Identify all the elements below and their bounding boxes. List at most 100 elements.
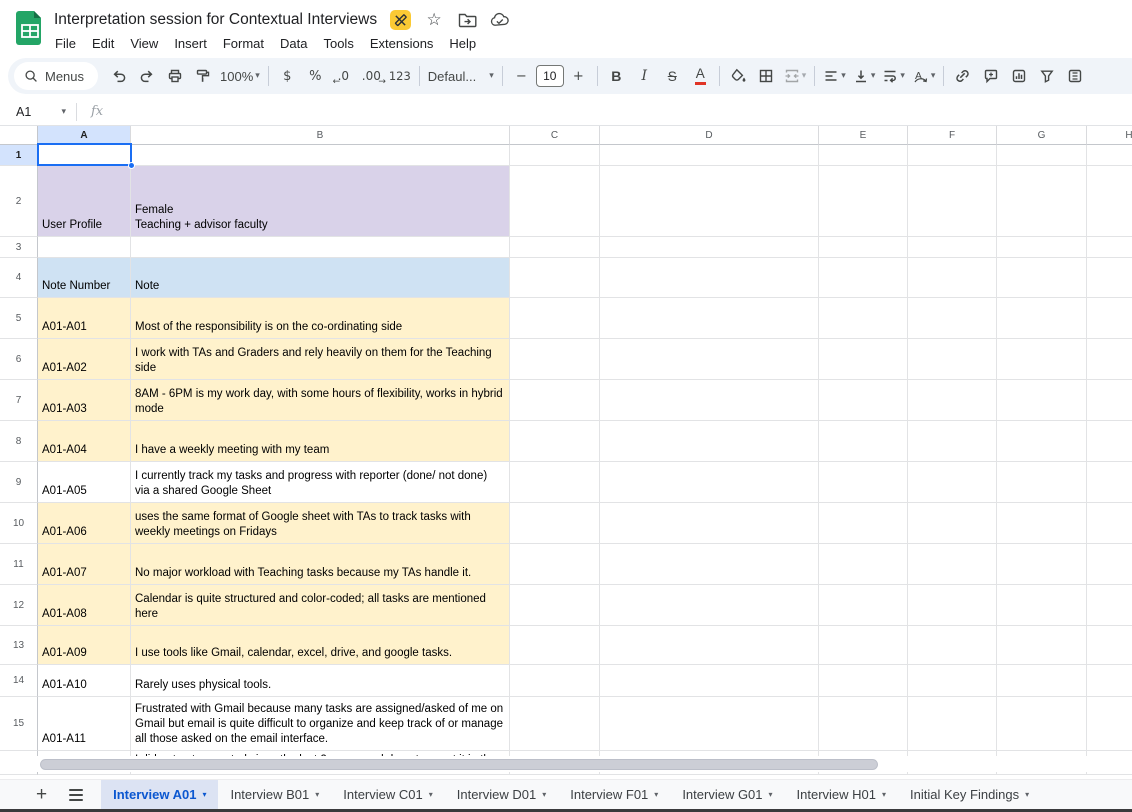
row-header-3[interactable]: 3 [0, 237, 38, 258]
column-header-E[interactable]: E [819, 126, 908, 145]
row-header-14[interactable]: 14 [0, 665, 38, 697]
cell-E2[interactable] [819, 166, 908, 237]
cell-H12[interactable] [1087, 585, 1132, 626]
more-formats-button[interactable]: 123 [386, 63, 414, 89]
merge-cells-button[interactable]: ▾ [781, 63, 810, 89]
cell-A10[interactable]: A01-A06 [38, 503, 131, 544]
cell-E8[interactable] [819, 421, 908, 462]
cell-D5[interactable] [600, 298, 819, 339]
select-all-corner[interactable] [0, 126, 38, 145]
menu-format[interactable]: Format [215, 34, 272, 53]
cell-C9[interactable] [510, 462, 600, 503]
sheet-tab-interview-b01[interactable]: Interview B01▾ [218, 780, 331, 810]
cell-C15[interactable] [510, 697, 600, 751]
format-currency-button[interactable]: $ [274, 63, 301, 89]
cell-G12[interactable] [997, 585, 1087, 626]
horizontal-scrollbar[interactable] [0, 756, 1132, 772]
cell-F9[interactable] [908, 462, 997, 503]
row-header-5[interactable]: 5 [0, 298, 38, 339]
cell-H4[interactable] [1087, 258, 1132, 298]
cell-C2[interactable] [510, 166, 600, 237]
cell-E1[interactable] [819, 145, 908, 166]
cell-F13[interactable] [908, 626, 997, 665]
cell-C14[interactable] [510, 665, 600, 697]
cell-F1[interactable] [908, 145, 997, 166]
vertical-align-button[interactable]: ▾ [850, 63, 879, 89]
column-header-C[interactable]: C [510, 126, 600, 145]
cell-H7[interactable] [1087, 380, 1132, 421]
cell-A2[interactable]: User Profile [38, 166, 131, 237]
chevron-down-icon[interactable]: ▾ [882, 790, 886, 799]
row-header-8[interactable]: 8 [0, 421, 38, 462]
cell-B15[interactable]: Frustrated with Gmail because many tasks… [131, 697, 510, 751]
sheet-tab-interview-g01[interactable]: Interview G01▾ [670, 780, 784, 810]
sheet-tab-interview-a01[interactable]: Interview A01▾ [101, 780, 218, 810]
zoom-select[interactable]: 100% ▾ [217, 63, 263, 89]
cell-B14[interactable]: Rarely uses physical tools. [131, 665, 510, 697]
text-rotation-button[interactable]: A ▾ [909, 63, 939, 89]
chevron-down-icon[interactable]: ▾ [654, 790, 658, 799]
cell-B10[interactable]: uses the same format of Google sheet wit… [131, 503, 510, 544]
cell-G4[interactable] [997, 258, 1087, 298]
horizontal-scrollbar-thumb[interactable] [40, 759, 878, 770]
format-percent-button[interactable]: % [302, 63, 329, 89]
cell-H13[interactable] [1087, 626, 1132, 665]
cell-C4[interactable] [510, 258, 600, 298]
sheet-tab-interview-f01[interactable]: Interview F01▾ [558, 780, 670, 810]
insert-comment-icon[interactable] [977, 63, 1004, 89]
cell-E10[interactable] [819, 503, 908, 544]
cell-H15[interactable] [1087, 697, 1132, 751]
sheet-tab-initial-key-findings[interactable]: Initial Key Findings▾ [898, 780, 1041, 810]
menu-edit[interactable]: Edit [84, 34, 122, 53]
cell-C7[interactable] [510, 380, 600, 421]
all-sheets-icon[interactable] [69, 789, 83, 801]
cell-D13[interactable] [600, 626, 819, 665]
cell-A5[interactable]: A01-A01 [38, 298, 131, 339]
chevron-down-icon[interactable]: ▾ [202, 790, 206, 799]
cell-B2[interactable]: Female Teaching + advisor faculty [131, 166, 510, 237]
cell-D6[interactable] [600, 339, 819, 380]
move-folder-icon[interactable] [457, 10, 477, 30]
menu-data[interactable]: Data [272, 34, 315, 53]
cell-A9[interactable]: A01-A05 [38, 462, 131, 503]
bold-button[interactable]: B [603, 63, 630, 89]
cell-F3[interactable] [908, 237, 997, 258]
row-header-6[interactable]: 6 [0, 339, 38, 380]
cell-E12[interactable] [819, 585, 908, 626]
redo-button[interactable] [133, 63, 160, 89]
cell-D15[interactable] [600, 697, 819, 751]
cell-F8[interactable] [908, 421, 997, 462]
cell-G11[interactable] [997, 544, 1087, 585]
font-size-input[interactable]: 10 [536, 65, 564, 87]
cell-B11[interactable]: No major workload with Teaching tasks be… [131, 544, 510, 585]
row-header-7[interactable]: 7 [0, 380, 38, 421]
cell-F15[interactable] [908, 697, 997, 751]
cell-H11[interactable] [1087, 544, 1132, 585]
cell-G5[interactable] [997, 298, 1087, 339]
menu-view[interactable]: View [122, 34, 166, 53]
cell-D12[interactable] [600, 585, 819, 626]
text-wrap-button[interactable]: ▾ [879, 63, 908, 89]
row-header-10[interactable]: 10 [0, 503, 38, 544]
cell-D8[interactable] [600, 421, 819, 462]
row-header-9[interactable]: 9 [0, 462, 38, 503]
sheet-tab-interview-d01[interactable]: Interview D01▾ [445, 780, 559, 810]
name-box[interactable]: A1 ▾ [0, 105, 76, 119]
increase-font-size-button[interactable]: + [565, 63, 592, 89]
cell-F10[interactable] [908, 503, 997, 544]
borders-icon[interactable] [753, 63, 780, 89]
cell-C13[interactable] [510, 626, 600, 665]
cell-D1[interactable] [600, 145, 819, 166]
cell-C10[interactable] [510, 503, 600, 544]
row-header-12[interactable]: 12 [0, 585, 38, 626]
cell-H2[interactable] [1087, 166, 1132, 237]
fill-handle[interactable] [128, 162, 135, 169]
cell-H5[interactable] [1087, 298, 1132, 339]
decrease-font-size-button[interactable]: − [508, 63, 535, 89]
cell-D7[interactable] [600, 380, 819, 421]
cell-B1[interactable] [131, 145, 510, 166]
cell-H9[interactable] [1087, 462, 1132, 503]
cell-B7[interactable]: 8AM - 6PM is my work day, with some hour… [131, 380, 510, 421]
cell-E3[interactable] [819, 237, 908, 258]
chevron-down-icon[interactable]: ▾ [542, 790, 546, 799]
